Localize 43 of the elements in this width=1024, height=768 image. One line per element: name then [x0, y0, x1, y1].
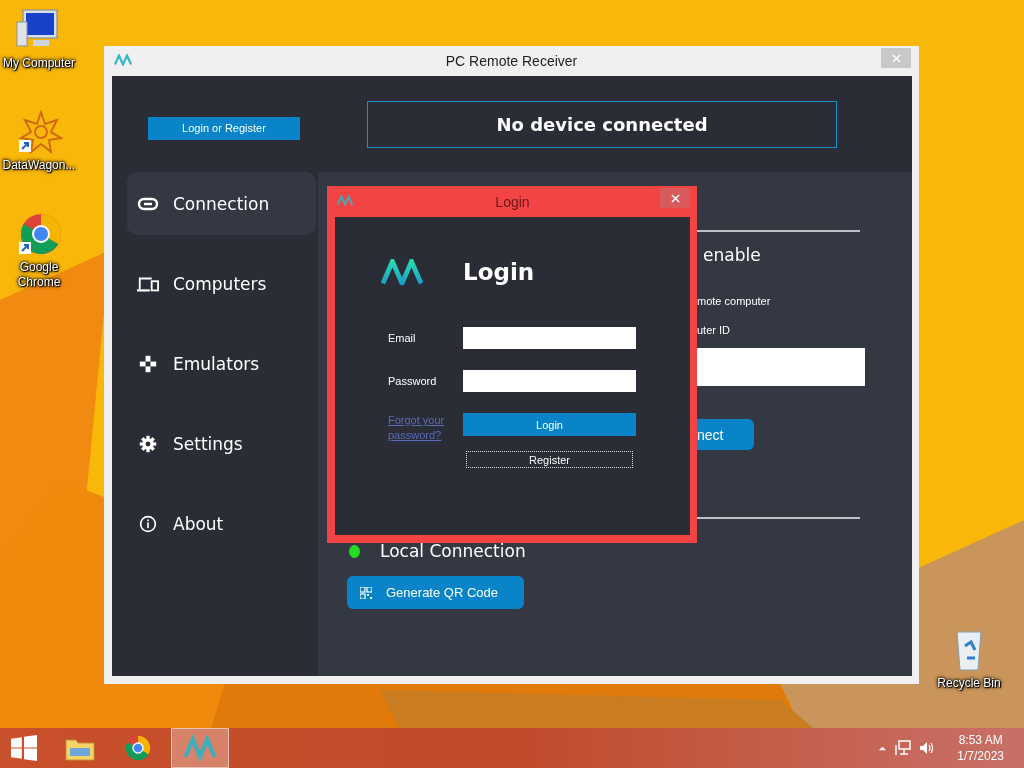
info-icon [137, 514, 159, 533]
close-button[interactable] [660, 188, 690, 208]
sidebar-item[interactable]: Computers [127, 252, 316, 315]
sidebar-item[interactable]: About [127, 492, 316, 555]
password-field[interactable] [463, 370, 636, 392]
star-shortcut-icon[interactable] [15, 110, 63, 154]
computer-id-field[interactable] [697, 348, 865, 386]
taskbar-app-button[interactable] [171, 728, 229, 768]
desktop-icon-label[interactable]: Recycle Bin [937, 676, 1001, 691]
sidebar-item[interactable]: Settings [127, 412, 316, 475]
section-heading: enable [703, 245, 761, 265]
sidebar-item[interactable]: Connection [127, 172, 316, 235]
qr-code-icon [360, 586, 372, 599]
window-title: PC Remote Receiver [445, 53, 578, 69]
login-heading: Login [463, 259, 535, 285]
connection-status-box: No device connected [367, 100, 837, 148]
register-button[interactable]: Register [466, 451, 633, 468]
logo-icon [114, 54, 132, 66]
windows-start-icon[interactable] [11, 735, 37, 761]
gamepad-icon [137, 354, 159, 373]
field-label: uter ID [697, 324, 730, 336]
field-label: Email [388, 332, 417, 344]
login-or-register-button[interactable]: Login or Register [148, 116, 300, 140]
field-label: Password [388, 375, 438, 387]
logo-icon [337, 195, 353, 206]
description-text: mote computer [697, 295, 771, 307]
email-field[interactable] [463, 327, 636, 349]
sidebar-item[interactable]: Emulators [127, 332, 316, 395]
close-icon [891, 53, 901, 63]
login-button[interactable]: Login [463, 413, 636, 436]
logo-icon [381, 259, 423, 285]
clock-date[interactable]: 1/7/2023 [957, 748, 1004, 764]
clock-time[interactable]: 8:53 AM [958, 732, 1003, 748]
connect-button[interactable]: nect [697, 419, 754, 450]
dialog-title: Login [495, 193, 530, 210]
gear-icon [137, 434, 159, 453]
network-icon[interactable] [895, 740, 912, 756]
volume-icon[interactable] [919, 740, 936, 756]
generate-qr-code-button[interactable]: Generate QR Code [347, 576, 524, 609]
close-icon [670, 193, 680, 203]
local-connection-label: Local Connection [380, 541, 526, 561]
logo-icon [184, 734, 216, 762]
forgot-password-link[interactable]: Forgot your password? [388, 413, 463, 443]
